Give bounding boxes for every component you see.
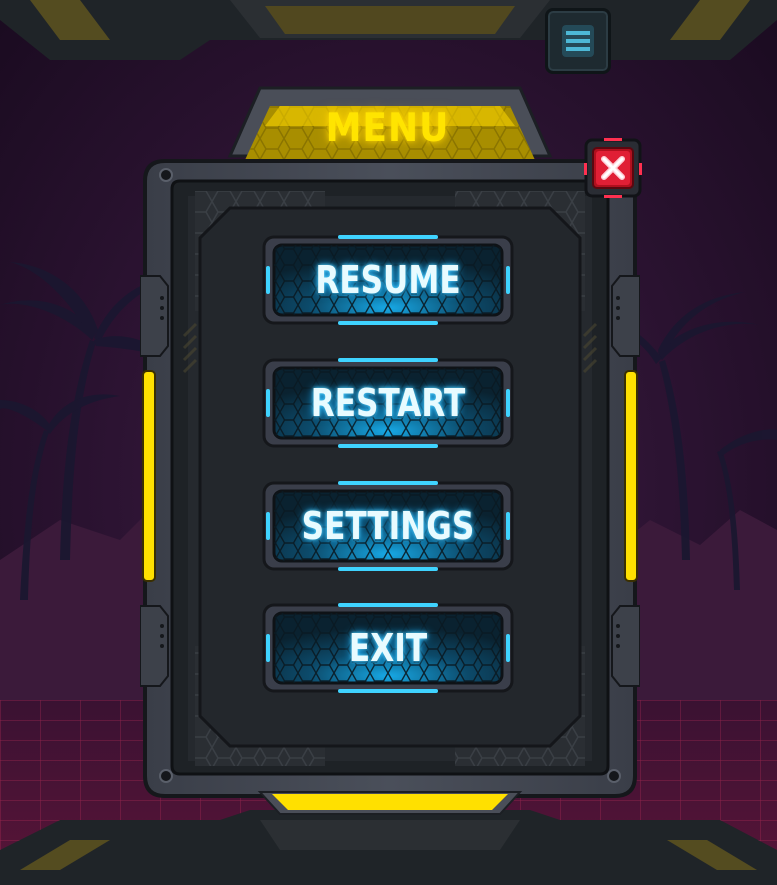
- top-hud-bar: [0, 0, 777, 60]
- settings-label: SETTINGS: [301, 504, 475, 548]
- menu-list-icon: [562, 25, 594, 57]
- restart-label: RESTART: [310, 381, 466, 425]
- exit-button[interactable]: EXIT: [262, 601, 514, 695]
- resume-button[interactable]: RESUME: [262, 233, 514, 327]
- close-button[interactable]: [584, 138, 642, 198]
- hud-menu-button[interactable]: [545, 8, 611, 74]
- menu-title: MENU: [325, 105, 450, 152]
- settings-button[interactable]: SETTINGS: [262, 479, 514, 573]
- exit-label: EXIT: [348, 626, 428, 670]
- bottom-hud-bar: [0, 810, 777, 885]
- restart-button[interactable]: RESTART: [262, 356, 514, 450]
- menu-panel: [140, 86, 640, 816]
- close-x-icon: [584, 138, 642, 198]
- resume-label: RESUME: [315, 258, 461, 302]
